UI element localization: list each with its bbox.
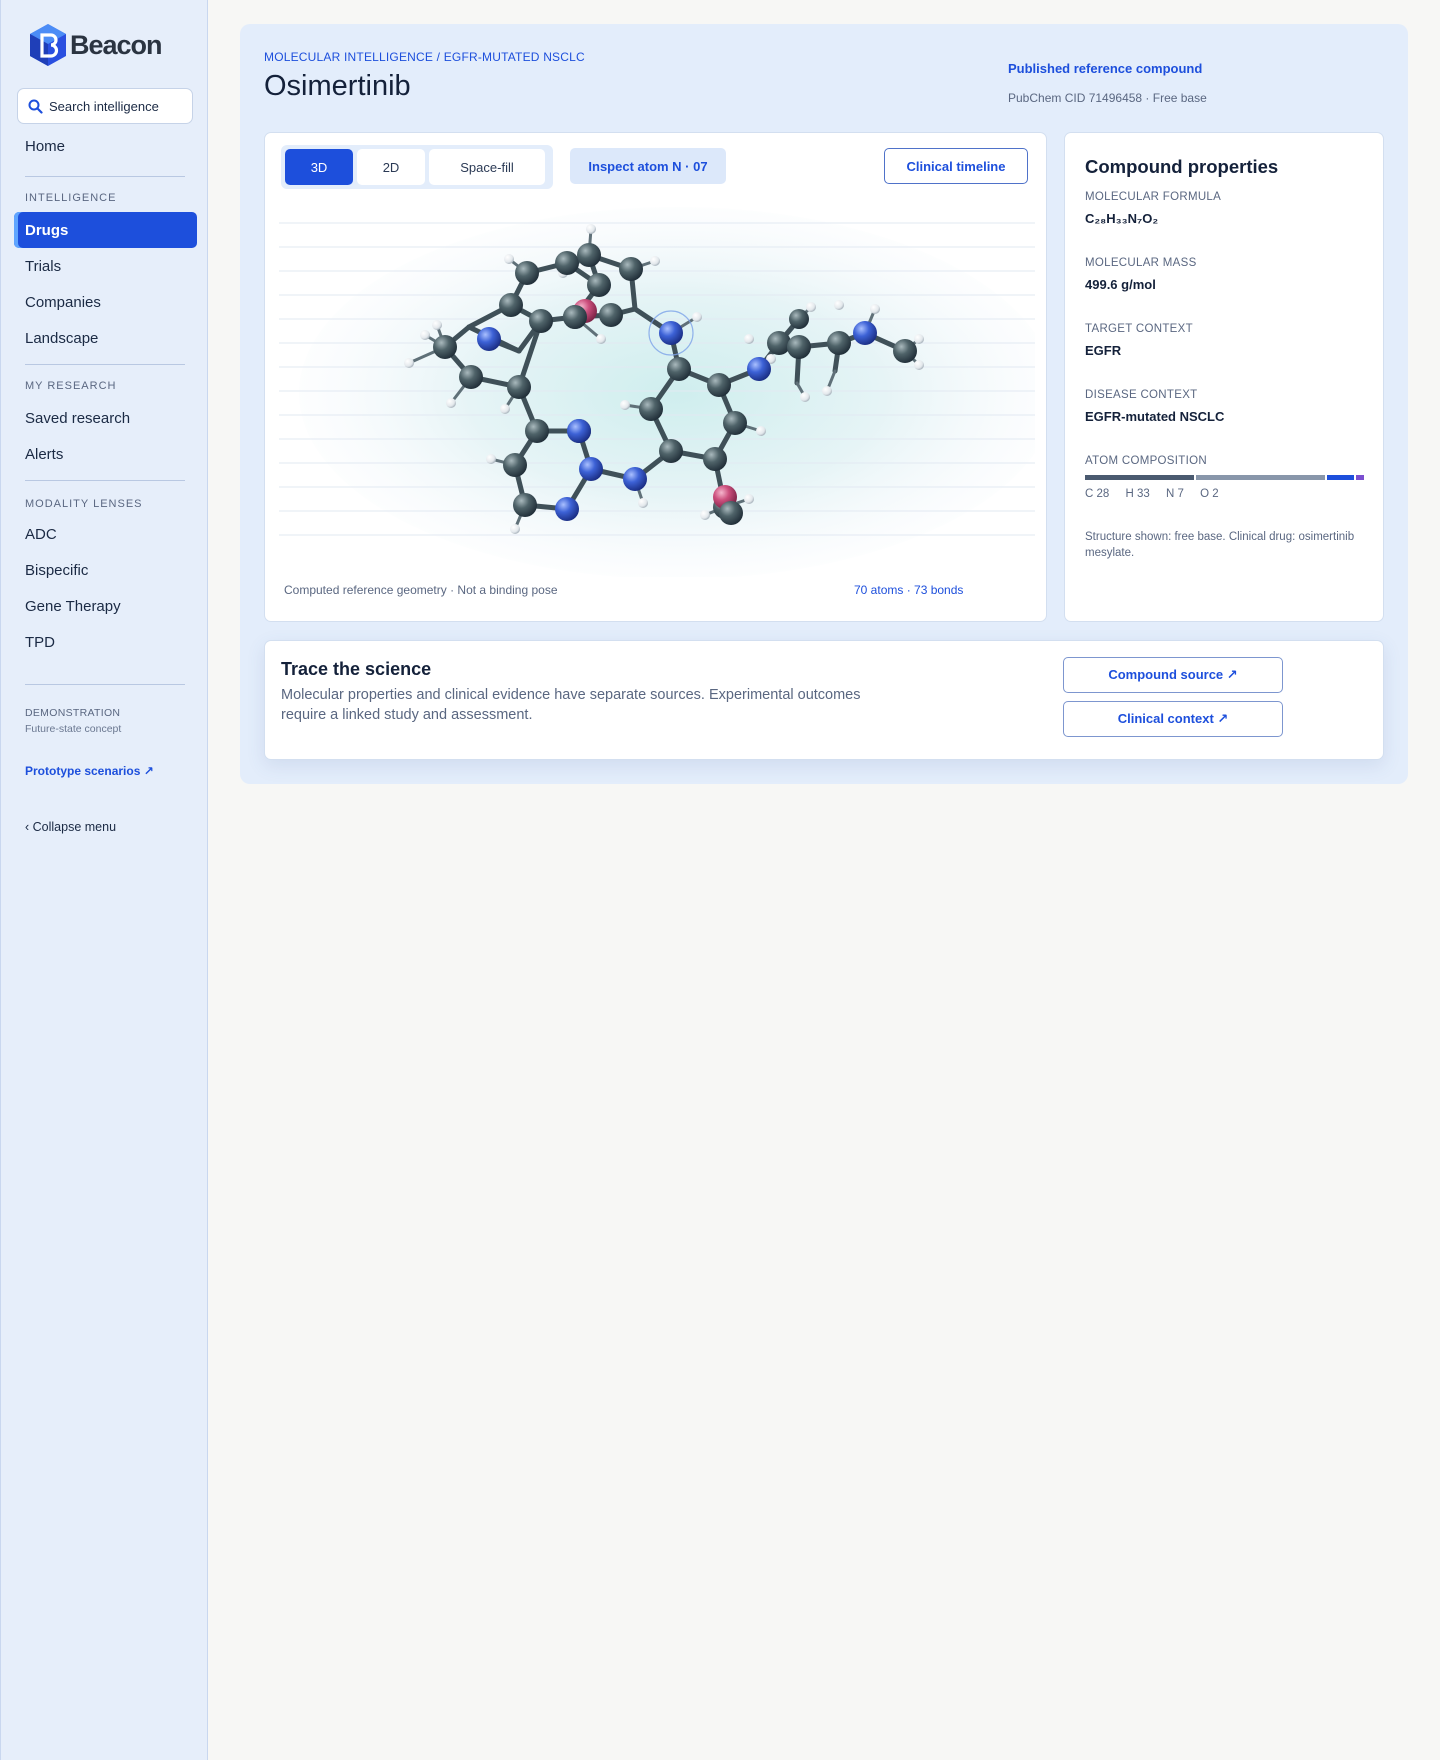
geometry-note: Computed reference geometry · Not a bind… (284, 583, 558, 597)
composition-legend: C 28 H 33 N 7 O 2 (1085, 488, 1232, 500)
clinical-context-button[interactable]: Clinical context ↗ (1063, 701, 1283, 737)
collapse-menu-button[interactable]: ‹ Collapse menu (25, 820, 116, 834)
properties-title: Compound properties (1085, 156, 1279, 177)
trace-title: Trace the science (281, 659, 432, 679)
composition-segment-n (1326, 475, 1355, 480)
pubchem-id: PubChem CID 71496458 · Free base (1008, 91, 1207, 105)
formula-value: C₂₈H₃₃N₇O₂ (1085, 211, 1159, 226)
compound-source-button[interactable]: Compound source ↗ (1063, 657, 1283, 693)
mode-3d-button[interactable]: 3D (285, 149, 353, 185)
section-my-research: MY RESEARCH (25, 380, 117, 392)
trace-description: Molecular properties and clinical eviden… (281, 687, 861, 723)
composition-label: ATOM COMPOSITION (1085, 455, 1207, 467)
demo-label: DEMONSTRATION (25, 707, 121, 719)
compound-properties-panel: Compound properties MOLECULAR FORMULA C₂… (1064, 132, 1384, 622)
mass-label: MOLECULAR MASS (1085, 257, 1197, 269)
composition-segment-o (1356, 475, 1364, 480)
clinical-timeline-button[interactable]: Clinical timeline (884, 148, 1028, 184)
inspect-atom-button[interactable]: Inspect atom N · 07 (570, 148, 726, 184)
nav-saved-research[interactable]: Saved research (14, 400, 197, 436)
atom-composition-bar (1085, 475, 1364, 480)
legend-c: C 28 (1085, 488, 1110, 500)
trace-the-science-card: Trace the science Molecular properties a… (264, 640, 1384, 760)
nav-landscape[interactable]: Landscape (14, 320, 197, 356)
section-modality-lenses: MODALITY LENSES (25, 498, 143, 510)
page-title: Osimertinib (264, 70, 411, 102)
search-icon (28, 99, 43, 114)
disease-label: DISEASE CONTEXT (1085, 389, 1198, 401)
atom-bond-count: 70 atoms · 73 bonds (854, 583, 964, 597)
divider (25, 684, 185, 685)
mode-space-fill-button[interactable]: Space-fill (429, 149, 545, 185)
divider (25, 480, 185, 481)
legend-n: N 7 (1166, 488, 1184, 500)
published-reference-label: Published reference compound (1008, 61, 1203, 76)
legend-o: O 2 (1200, 488, 1219, 500)
composition-segment-c (1085, 475, 1195, 480)
mass-value: 499.6 g/mol (1085, 277, 1156, 292)
search-placeholder: Search intelligence (49, 98, 159, 114)
structure-note: Structure shown: free base. Clinical dru… (1085, 531, 1355, 559)
formula-label: MOLECULAR FORMULA (1085, 191, 1222, 203)
breadcrumb: MOLECULAR INTELLIGENCE / EGFR-MUTATED NS… (264, 50, 585, 64)
nav-adc[interactable]: ADC (14, 516, 197, 552)
sidebar: Beacon Search intelligence Home INTELLIG… (0, 0, 208, 1760)
nav-companies[interactable]: Companies (14, 284, 197, 320)
target-label: TARGET CONTEXT (1085, 323, 1193, 335)
app-name: Beacon (70, 29, 163, 60)
search-input[interactable]: Search intelligence (17, 88, 193, 124)
divider (25, 364, 185, 365)
nav-gene-therapy[interactable]: Gene Therapy (14, 588, 197, 624)
disease-value: EGFR-mutated NSCLC (1085, 409, 1225, 424)
nav-bispecific[interactable]: Bispecific (14, 552, 197, 588)
view-mode-toggle: 3D 2D Space-fill (281, 145, 553, 189)
molecule-viewer: 3D 2D Space-fill Inspect atom N · 07 Cli… (264, 132, 1047, 622)
nav-home[interactable]: Home (14, 128, 197, 164)
target-value: EGFR (1085, 343, 1122, 358)
prototype-scenarios-link[interactable]: Prototype scenarios ↗ (25, 764, 154, 778)
logo[interactable]: Beacon (27, 22, 163, 68)
legend-h: H 33 (1125, 488, 1150, 500)
nav-alerts[interactable]: Alerts (14, 436, 197, 472)
nav-trials[interactable]: Trials (14, 248, 197, 284)
nav-tpd[interactable]: TPD (14, 624, 197, 660)
main-panel: MOLECULAR INTELLIGENCE / EGFR-MUTATED NS… (240, 24, 1408, 784)
section-intelligence: INTELLIGENCE (25, 192, 117, 204)
composition-segment-h (1196, 475, 1325, 480)
nav-drugs[interactable]: Drugs (14, 212, 197, 248)
demo-subtitle: Future-state concept (25, 723, 122, 735)
molecule-3d-render[interactable] (279, 193, 1035, 577)
beacon-logo-icon (30, 24, 66, 66)
divider (25, 176, 185, 177)
mode-2d-button[interactable]: 2D (357, 149, 425, 185)
